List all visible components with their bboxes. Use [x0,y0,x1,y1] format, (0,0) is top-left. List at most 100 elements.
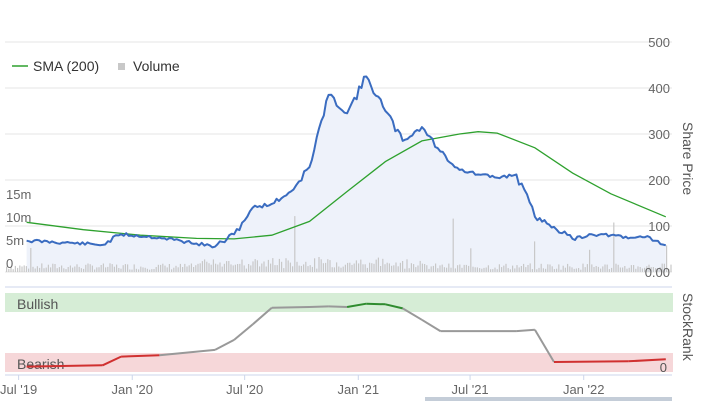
volume-bar [406,259,408,272]
volume-bar [175,265,177,272]
volume-bar [311,266,313,272]
volume-bar [439,265,441,272]
volume-bar [252,261,254,272]
volume-bar [113,266,115,272]
volume-bar [397,266,399,272]
stock-chart: 0.00 100 200 300 400 500 0 5m 10m 15m SMA (200) … [0,0,702,401]
volume-bar [265,266,267,272]
volume-bar [74,266,76,272]
volume-bar [490,269,492,272]
volume-bar [140,266,142,272]
volume-bar [505,263,507,272]
volume-bar [287,260,289,272]
volume-bar [215,263,217,272]
volume-bar [283,268,285,272]
volume-bar [14,265,16,272]
volume-bar [472,266,474,272]
volume-tick: 5m [6,233,24,248]
volume-bar [289,262,291,272]
navigator-handle[interactable] [425,397,672,401]
volume-bar [468,265,470,272]
volume-bar [153,269,155,272]
legend-volume-label[interactable]: Volume [133,58,180,74]
volume-bar [388,263,390,272]
volume-bar [263,261,265,272]
volume-bar [237,264,239,272]
volume-bar [448,263,450,272]
volume-bar [399,262,401,272]
volume-bar [556,268,558,272]
legend-sma-label[interactable]: SMA (200) [33,58,99,74]
volume-bar [272,258,274,272]
volume-bar [135,268,137,272]
volume-bar [63,268,65,272]
volume-bar [470,248,472,272]
volume-bar [355,260,357,272]
volume-bar [179,263,181,272]
volume-bar [382,258,384,272]
volume-bar [371,263,373,272]
volume-bar [501,267,503,272]
volume-bar [617,264,619,272]
volume-bar [254,259,256,272]
volume-bar [168,264,170,272]
volume-bar [492,269,494,272]
volume-bar [560,269,562,272]
volume-bar [164,265,166,272]
volume-bar [441,264,443,272]
volume-bar [349,262,351,272]
volume-bar [186,266,188,272]
date-tick-label: Jul '20 [226,382,263,397]
volume-bar [413,264,415,272]
volume-bar [155,267,157,272]
volume-bar [171,269,173,272]
volume-bar [166,267,168,272]
volume-bar [558,264,560,272]
volume-bar [118,268,120,272]
volume-bar [347,262,349,272]
volume-bar [190,263,192,272]
volume-bar [602,266,604,272]
volume-bar [426,265,428,272]
volume-bar [487,265,489,272]
volume-bar [503,265,505,272]
volume-bar [391,265,393,272]
volume-bar [173,267,175,272]
volume-bar [56,268,58,272]
volume-bar [195,265,197,272]
volume-bar [428,268,430,272]
volume-bar [430,266,432,272]
bullish-label: Bullish [17,296,58,312]
stockrank-axis-title: StockRank [680,293,696,362]
price-tick: 300 [648,127,670,142]
volume-bar [91,265,93,272]
volume-bar [105,267,107,272]
price-tick: 400 [648,81,670,96]
volume-bar [435,263,437,272]
volume-bar [34,268,36,272]
volume-bar [197,263,199,272]
volume-bar [604,264,606,272]
volume-bar [41,263,43,272]
volume-bar [149,269,151,272]
volume-bar [243,265,245,272]
volume-bar [138,269,140,272]
volume-bar [622,267,624,272]
volume-bar [102,263,104,272]
volume-bar [465,264,467,272]
volume-bar [360,259,362,272]
volume-bar [437,268,439,272]
stockrank-segment [516,328,535,333]
volume-bar [322,263,324,272]
volume-bar [23,265,25,272]
volume-bar [512,265,514,272]
volume-bar [450,267,452,272]
volume-bar [67,267,69,272]
volume-bar [509,269,511,272]
volume-bar [344,264,346,272]
volume-bar [340,267,342,272]
volume-bar [633,265,635,272]
volume-bar [575,268,577,272]
volume-bar [384,264,386,272]
stockrank-segment [553,360,629,363]
